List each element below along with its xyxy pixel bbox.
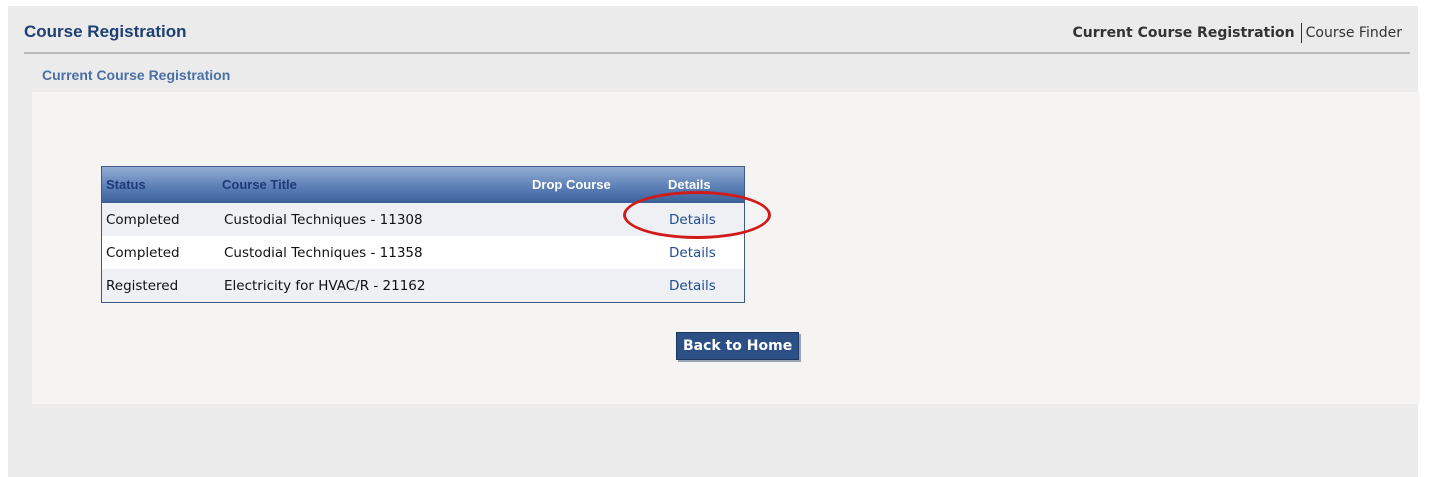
nav-separator (1300, 23, 1302, 43)
cell-status: Completed (106, 212, 180, 228)
cell-status: Completed (106, 245, 180, 261)
header-course-title: Course Title (222, 177, 297, 192)
header-drop-course: Drop Course (532, 177, 611, 192)
cell-course-title: Electricity for HVAC/R - 21162 (224, 278, 426, 294)
cell-course-title: Custodial Techniques - 11308 (224, 212, 423, 228)
nav-course-finder[interactable]: Course Finder (1306, 25, 1402, 41)
header-details: Details (668, 177, 711, 192)
header-status: Status (106, 177, 146, 192)
table-row: Completed Custodial Techniques - 11308 D… (102, 203, 744, 236)
header-divider (24, 52, 1410, 54)
nav-current-registration[interactable]: Current Course Registration (1073, 25, 1295, 41)
course-table: Status Course Title Drop Course Details … (101, 166, 745, 303)
section-title: Current Course Registration (42, 67, 231, 83)
table-row: Completed Custodial Techniques - 11358 D… (102, 236, 744, 269)
app-title: Course Registration (24, 22, 187, 41)
top-nav: Current Course Registration Course Finde… (1073, 23, 1402, 43)
details-link[interactable]: Details (669, 278, 716, 294)
back-to-home-button[interactable]: Back to Home (676, 332, 800, 360)
details-link[interactable]: Details (669, 245, 716, 261)
table-header: Status Course Title Drop Course Details (102, 167, 744, 203)
cell-course-title: Custodial Techniques - 11358 (224, 245, 423, 261)
cell-status: Registered (106, 278, 179, 294)
table-row: Registered Electricity for HVAC/R - 2116… (102, 269, 744, 302)
details-link[interactable]: Details (669, 212, 716, 228)
